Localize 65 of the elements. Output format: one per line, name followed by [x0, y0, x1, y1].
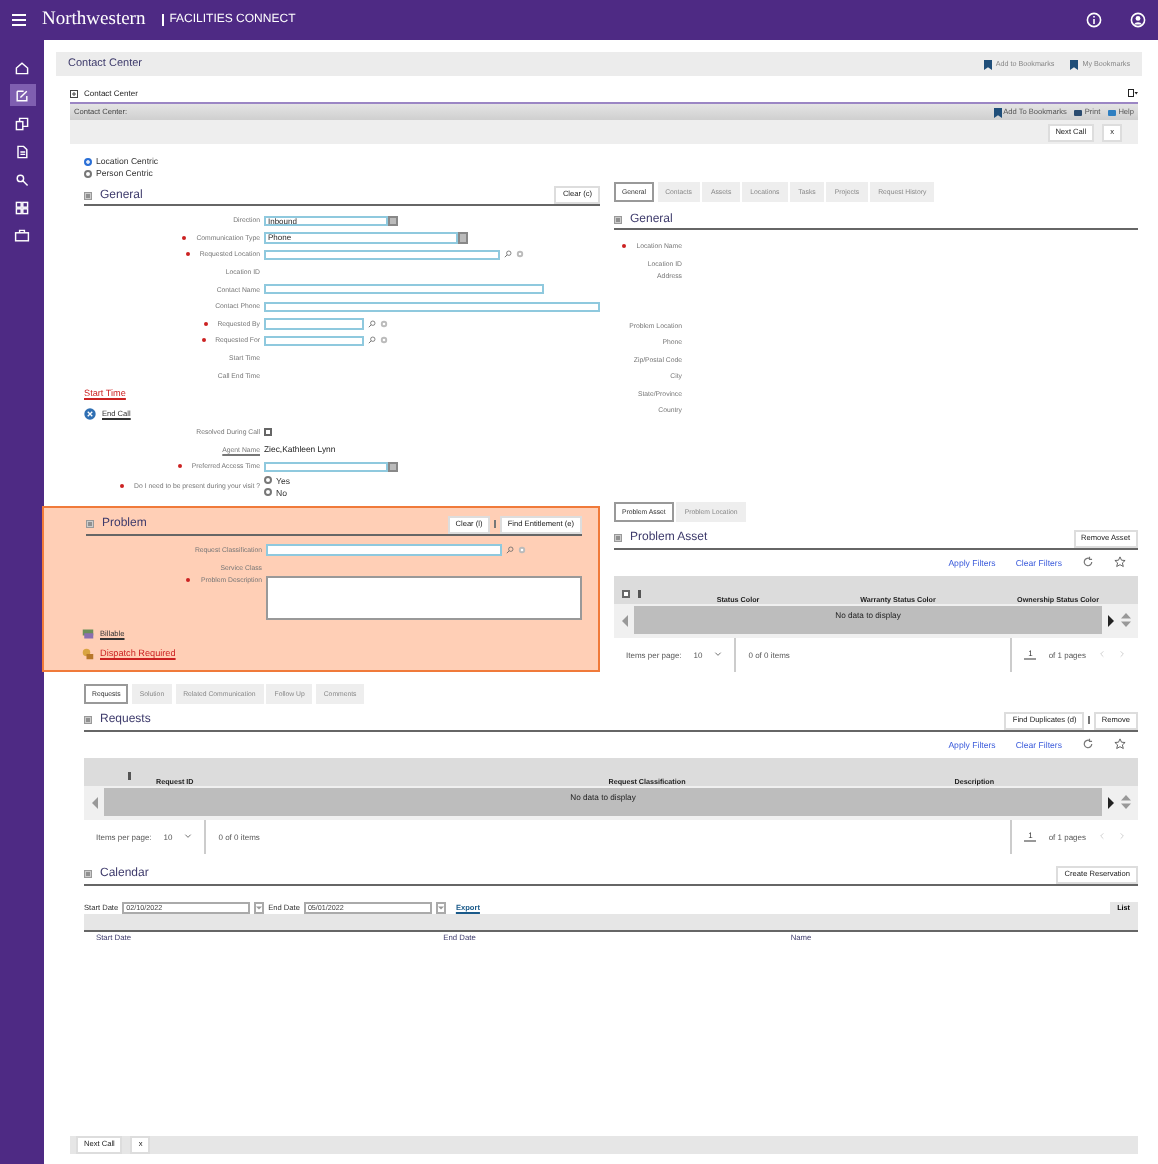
- required-marker: [120, 484, 125, 489]
- search-icon[interactable]: [368, 336, 376, 345]
- user-icon[interactable]: [1130, 12, 1146, 28]
- menu-icon[interactable]: [12, 14, 26, 26]
- scroll-right-icon[interactable]: [1106, 795, 1116, 810]
- brand-name: Northwestern: [42, 10, 146, 30]
- document-icon[interactable]: [14, 143, 30, 159]
- radio-button[interactable]: [264, 488, 272, 497]
- scroll-right-icon[interactable]: [1106, 613, 1116, 628]
- settings-icon[interactable]: [516, 250, 524, 259]
- input-field[interactable]: [264, 301, 600, 313]
- collapse-icon[interactable]: [86, 520, 94, 529]
- collapse-icon[interactable]: [614, 215, 622, 223]
- settings-icon[interactable]: [518, 546, 526, 555]
- required-marker: [622, 244, 627, 249]
- bookmark-icon: [993, 107, 1002, 117]
- search-icon[interactable]: [506, 546, 514, 555]
- radio-button[interactable]: [84, 169, 92, 177]
- copy-icon[interactable]: [14, 115, 30, 131]
- required-marker: [182, 235, 187, 240]
- input-field[interactable]: [264, 318, 364, 330]
- scroll-left-icon[interactable]: [620, 613, 630, 628]
- required-marker: [185, 252, 190, 257]
- checkbox[interactable]: [622, 589, 630, 598]
- collapse-icon[interactable]: [84, 716, 92, 725]
- edit-icon[interactable]: [14, 87, 30, 103]
- bookmark-icon: [983, 59, 992, 69]
- radio-button[interactable]: [264, 476, 272, 485]
- input-field[interactable]: [264, 249, 500, 261]
- collapse-icon[interactable]: [84, 870, 92, 879]
- sidebar-item[interactable]: [9, 84, 35, 106]
- chevron-down-icon[interactable]: [184, 832, 193, 841]
- required-marker: [201, 338, 206, 343]
- search-icon[interactable]: [368, 319, 376, 328]
- column-handle-icon[interactable]: [128, 771, 131, 780]
- refresh-icon[interactable]: [1082, 738, 1094, 751]
- input-field[interactable]: [264, 283, 544, 295]
- required-marker: [177, 464, 182, 469]
- input-field[interactable]: [264, 335, 364, 347]
- column-handle-icon[interactable]: [638, 589, 641, 598]
- text-area[interactable]: [266, 575, 582, 620]
- sidebar-item[interactable]: [9, 224, 35, 246]
- help-icon: [1108, 109, 1117, 115]
- home-icon[interactable]: [14, 59, 30, 75]
- checkbox[interactable]: [264, 428, 272, 437]
- chevron-down-icon[interactable]: [714, 650, 723, 659]
- scroll-left-icon[interactable]: [90, 795, 100, 810]
- input-field[interactable]: [266, 544, 502, 556]
- radio-button[interactable]: [84, 157, 92, 165]
- required-marker: [186, 577, 191, 582]
- window-menu-icon[interactable]: [1128, 88, 1138, 98]
- briefcase-icon[interactable]: [14, 227, 30, 243]
- required-marker: [203, 321, 208, 326]
- bookmark-icon: [1070, 59, 1079, 69]
- star-icon[interactable]: [1114, 738, 1126, 751]
- collapse-icon[interactable]: [84, 191, 92, 199]
- expand-icon[interactable]: [70, 89, 78, 97]
- refresh-icon[interactable]: [1082, 556, 1094, 569]
- printer-icon: [1074, 109, 1083, 115]
- dropdown[interactable]: [264, 461, 398, 473]
- star-icon[interactable]: [1114, 556, 1126, 569]
- info-icon[interactable]: [1086, 12, 1102, 28]
- grid-icon[interactable]: [14, 199, 30, 215]
- search-icon[interactable]: [504, 250, 512, 259]
- collapse-icon[interactable]: [614, 534, 622, 543]
